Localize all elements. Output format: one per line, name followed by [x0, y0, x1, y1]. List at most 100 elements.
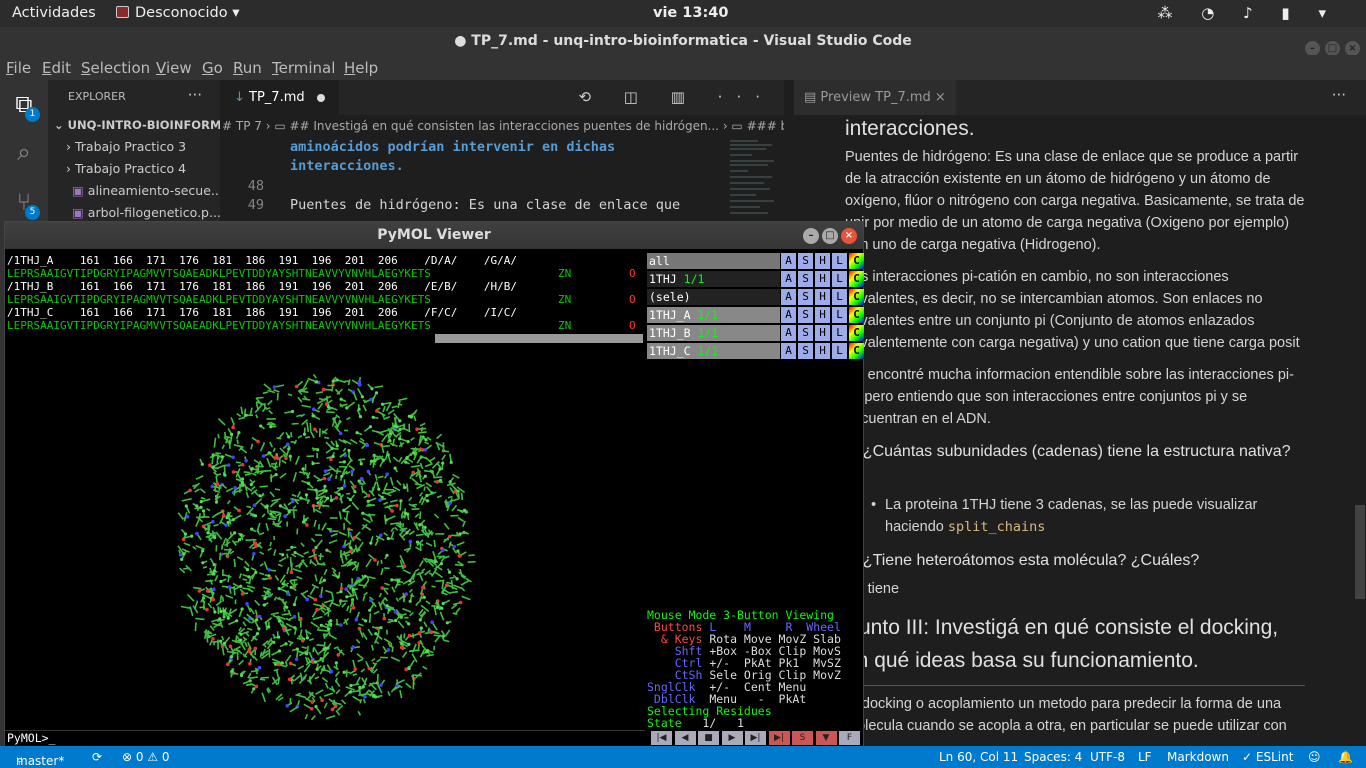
movie-button[interactable]: ■: [698, 731, 719, 745]
object-action-l-button[interactable]: L: [832, 253, 847, 269]
code-editor[interactable]: aminoácidos podrían intervenir en dichas…: [220, 137, 784, 222]
menu-terminal[interactable]: Terminal: [272, 59, 335, 77]
sequence-viewer[interactable]: /1THJ_A 161 166 171 176 181 186 191 196 …: [5, 250, 645, 345]
minimize-button[interactable]: –: [1305, 41, 1320, 56]
sync-icon[interactable]: ⟳: [92, 750, 102, 764]
maximize-button[interactable]: □: [1325, 41, 1340, 56]
object-action-c-button[interactable]: C: [849, 343, 864, 359]
object-action-l-button[interactable]: L: [832, 325, 847, 341]
movie-button[interactable]: ▶|: [768, 731, 790, 745]
menu-run[interactable]: Run: [233, 59, 262, 77]
object-action-h-button[interactable]: H: [815, 343, 830, 359]
sequence-zn[interactable]: ZN: [558, 267, 571, 280]
close-icon[interactable]: ×: [931, 90, 946, 105]
eslint-status[interactable]: ✓ ESLint: [1242, 750, 1293, 764]
problems-indicator[interactable]: ⊗ 0 ⚠ 0: [122, 750, 170, 764]
minimap[interactable]: [728, 137, 784, 222]
explorer-icon[interactable]: ⧉ 1: [8, 90, 40, 122]
workspace-folder[interactable]: ⌄ UNQ-INTRO-BIOINFORMA...: [48, 118, 220, 132]
object-action-l-button[interactable]: L: [832, 289, 847, 305]
object-action-a-button[interactable]: A: [781, 271, 796, 287]
menu-selection[interactable]: Selection: [81, 59, 150, 77]
preview-scrollbar[interactable]: [1355, 505, 1365, 599]
object-action-l-button[interactable]: L: [832, 343, 847, 359]
minimize-button[interactable]: –: [803, 228, 819, 244]
sequence-zn[interactable]: ZN: [558, 293, 571, 306]
source-control-icon[interactable]: ⑂ 5: [8, 188, 40, 220]
object-action-a-button[interactable]: A: [781, 253, 796, 269]
menu-view[interactable]: View: [156, 59, 192, 77]
cursor-position[interactable]: Ln 60, Col 11: [939, 750, 1018, 764]
object-action-h-button[interactable]: H: [815, 253, 830, 269]
object-action-a-button[interactable]: A: [781, 307, 796, 323]
movie-button[interactable]: F: [839, 731, 860, 745]
object-action-c-button[interactable]: C: [849, 289, 864, 305]
object-action-s-button[interactable]: S: [798, 325, 813, 341]
sequence-residues[interactable]: LEPRSAAIGVTIPDGRYIPAGMVVTSQAEADKLPEVTDDY…: [7, 319, 431, 332]
close-button[interactable]: ×: [841, 228, 857, 244]
object-action-l-button[interactable]: L: [832, 307, 847, 323]
movie-button[interactable]: |◀: [651, 731, 672, 745]
object-action-a-button[interactable]: A: [781, 325, 796, 341]
object-action-s-button[interactable]: S: [798, 271, 813, 287]
search-icon[interactable]: ⌕: [8, 138, 40, 170]
object-action-a-button[interactable]: A: [781, 343, 796, 359]
tree-item-tp4[interactable]: › Trabajo Practico 4: [48, 161, 220, 176]
object-action-c-button[interactable]: C: [849, 307, 864, 323]
editor-actions[interactable]: ⟲ ◫ ▥ ···: [578, 88, 774, 106]
sequence-residues[interactable]: LEPRSAAIGVTIPDGRYIPAGMVVTSQAEADKLPEVTDDY…: [7, 267, 431, 280]
menu-file[interactable]: File: [6, 59, 31, 77]
pymol-command-line[interactable]: PyMOL>_: [5, 730, 645, 746]
object-action-a-button[interactable]: A: [781, 289, 796, 305]
object-1thj-b[interactable]: 1THJ_B 1/1: [647, 325, 780, 341]
preview-more-icon[interactable]: ···: [1332, 86, 1346, 104]
indentation[interactable]: Spaces: 4: [1024, 750, 1082, 764]
object-action-h-button[interactable]: H: [815, 307, 830, 323]
system-tray[interactable]: ⁂ ◔ ♪ ▮ ▾: [1157, 4, 1338, 22]
sequence-zn[interactable]: ZN: [558, 319, 571, 332]
movie-button[interactable]: ▼: [815, 731, 837, 745]
tree-item-alineamiento[interactable]: ▣ alineamiento-secue...: [48, 183, 220, 198]
breadcrumb[interactable]: # TP 7 › ▭ ## Investigá en qué consisten…: [220, 115, 784, 137]
menu-go[interactable]: Go: [202, 59, 223, 77]
bell-icon[interactable]: 🔔: [1338, 750, 1353, 764]
object-1thj[interactable]: 1THJ 1/1: [647, 271, 780, 287]
object-1thj-c[interactable]: 1THJ_C 1/1: [647, 343, 780, 359]
maximize-button[interactable]: □: [822, 228, 838, 244]
object-action-l-button[interactable]: L: [832, 271, 847, 287]
sequence-o[interactable]: O: [629, 267, 636, 280]
object-action-s-button[interactable]: S: [798, 343, 813, 359]
clock[interactable]: vie 13:40: [653, 5, 728, 21]
object-sele[interactable]: (sele): [647, 289, 780, 305]
tab-tp7[interactable]: ↓ TP_7.md: [220, 80, 339, 115]
line-ending[interactable]: LF: [1138, 750, 1152, 764]
explorer-more-icon[interactable]: ···: [188, 86, 202, 104]
menu-edit[interactable]: Edit: [42, 59, 71, 77]
object-action-s-button[interactable]: S: [798, 307, 813, 323]
close-button[interactable]: ×: [1345, 41, 1360, 56]
object-action-s-button[interactable]: S: [798, 253, 813, 269]
object-action-h-button[interactable]: H: [815, 325, 830, 341]
object-1thj-a[interactable]: 1THJ_A 1/1: [647, 307, 780, 323]
language-mode[interactable]: Markdown: [1167, 750, 1229, 764]
app-menu[interactable]: Desconocido ▾: [116, 5, 240, 21]
encoding[interactable]: UTF-8: [1090, 750, 1125, 764]
sequence-residues[interactable]: LEPRSAAIGVTIPDGRYIPAGMVVTSQAEADKLPEVTDDY…: [7, 293, 431, 306]
movie-button[interactable]: ◀: [674, 731, 696, 745]
activities-button[interactable]: Actividades: [12, 5, 96, 21]
object-action-s-button[interactable]: S: [798, 289, 813, 305]
tab-preview[interactable]: ▤ Preview TP_7.md ×: [794, 80, 956, 115]
object-all[interactable]: all: [647, 253, 780, 269]
movie-button[interactable]: ▶: [721, 731, 743, 745]
object-action-c-button[interactable]: C: [849, 325, 864, 341]
movie-button[interactable]: ▶|: [745, 731, 766, 745]
unsaved-dot-icon[interactable]: [317, 94, 325, 102]
sequence-o[interactable]: O: [629, 293, 636, 306]
molecule-viewport[interactable]: [5, 346, 645, 732]
sequence-scrollbar[interactable]: [435, 334, 643, 343]
feedback-icon[interactable]: ☺: [1308, 750, 1321, 764]
object-action-h-button[interactable]: H: [815, 271, 830, 287]
menu-help[interactable]: Help: [344, 59, 378, 77]
tree-item-tp3[interactable]: › Trabajo Practico 3: [48, 139, 220, 154]
object-action-c-button[interactable]: C: [849, 271, 864, 287]
